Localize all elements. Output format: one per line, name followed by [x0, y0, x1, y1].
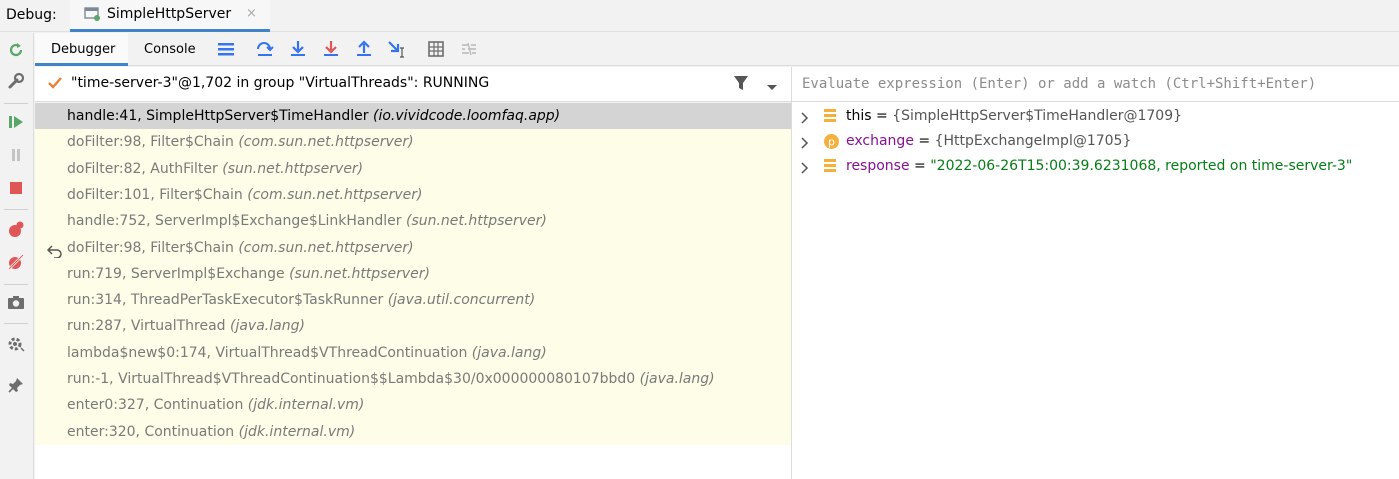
frame-row[interactable]: handle:41, SimpleHttpServer$TimeHandler …	[35, 103, 791, 129]
frame-package: (java.lang)	[471, 344, 547, 361]
frame-method: lambda$new$0:174, VirtualThread$VThreadC…	[67, 344, 468, 361]
frame-row[interactable]: run:719, ServerImpl$Exchange (sun.net.ht…	[35, 261, 791, 287]
frame-method: enter:320, Continuation	[67, 423, 235, 440]
chevron-right-icon[interactable]	[800, 159, 810, 184]
resume-program-icon[interactable]	[5, 111, 27, 133]
step-into-icon[interactable]	[287, 38, 309, 60]
frame-package: (sun.net.httpserver)	[289, 265, 430, 282]
gear-icon[interactable]	[5, 333, 27, 355]
variable-value: {HttpExchangeImpl@1705}	[934, 133, 1132, 149]
evaluate-expression-icon[interactable]	[425, 38, 447, 60]
debug-label: Debug:	[6, 7, 57, 23]
trace-icon[interactable]	[458, 38, 480, 60]
run-to-cursor-icon[interactable]	[386, 38, 408, 60]
chevron-down-icon[interactable]	[766, 80, 778, 96]
frame-package: (com.sun.net.httpserver)	[247, 186, 423, 203]
debug-titlebar: Debug: SimpleHttpServer ×	[0, 0, 1399, 32]
frame-package: (sun.net.httpserver)	[405, 213, 547, 230]
run-config-icon	[84, 7, 100, 21]
variable-row[interactable]: response = "2022-06-26T15:00:39.6231068,…	[792, 154, 1399, 179]
thread-selector[interactable]: "time-server-3"@1,702 in group "VirtualT…	[35, 67, 791, 102]
frame-row[interactable]: handle:752, ServerImpl$Exchange$LinkHand…	[35, 208, 791, 234]
frames-list: handle:41, SimpleHttpServer$TimeHandler …	[35, 103, 791, 479]
frame-package: (java.lang)	[639, 371, 715, 387]
variable-value: {SimpleHttpServer$TimeHandler@1709}	[892, 108, 1183, 124]
stop-icon[interactable]	[5, 177, 27, 199]
frame-method: run:314, ThreadPerTaskExecutor$TaskRunne…	[67, 292, 384, 309]
frame-method: handle:752, ServerImpl$Exchange$LinkHand…	[67, 213, 402, 230]
variable-name: this	[846, 108, 872, 124]
frame-row[interactable]: enter0:327, Continuation (jdk.internal.v…	[35, 392, 791, 418]
frame-method: doFilter:82, AuthFilter	[67, 160, 218, 177]
frame-package: (jdk.internal.vm)	[238, 423, 356, 440]
rerun-icon[interactable]	[5, 39, 27, 61]
debugger-toolbar: Debugger Console	[35, 33, 1399, 66]
frame-row[interactable]: doFilter:101, Filter$Chain (com.sun.net.…	[35, 182, 791, 208]
evaluate-expression-input[interactable]	[792, 67, 1399, 102]
frame-package: (sun.net.httpserver)	[222, 160, 364, 177]
frame-package: (java.lang)	[230, 318, 305, 335]
pin-icon[interactable]	[5, 374, 27, 396]
frame-row[interactable]: run:-1, VirtualThread$VThreadContinuatio…	[35, 366, 791, 392]
frame-row[interactable]: doFilter:82, AuthFilter (sun.net.httpser…	[35, 156, 791, 182]
frame-method: doFilter:101, Filter$Chain	[67, 186, 243, 203]
variable-name: response	[846, 158, 910, 174]
frame-row[interactable]: run:314, ThreadPerTaskExecutor$TaskRunne…	[35, 287, 791, 313]
frame-row[interactable]: lambda$new$0:174, VirtualThread$VThreadC…	[35, 340, 791, 366]
svg-text:p: p	[828, 136, 835, 149]
variable-row[interactable]: this = {SimpleHttpServer$TimeHandler@170…	[792, 104, 1399, 129]
frame-method: run:287, VirtualThread	[67, 318, 226, 335]
mute-breakpoints-icon[interactable]	[5, 251, 27, 273]
frame-row[interactable]: enter:320, Continuation (jdk.internal.vm…	[35, 419, 791, 445]
frame-package: (java.util.concurrent)	[387, 292, 536, 309]
frame-row[interactable]: doFilter:98, Filter$Chain (com.sun.net.h…	[35, 129, 791, 155]
step-out-icon[interactable]	[353, 38, 375, 60]
frame-method: run:719, ServerImpl$Exchange	[67, 265, 285, 282]
frame-package: (com.sun.net.httpserver)	[238, 239, 414, 256]
tab-console[interactable]: Console	[128, 33, 208, 66]
frame-row[interactable]: doFilter:98, Filter$Chain (com.sun.net.h…	[35, 235, 791, 261]
variables-pane: this = {SimpleHttpServer$TimeHandler@170…	[792, 67, 1399, 479]
frame-method: enter0:327, Continuation	[67, 397, 244, 414]
frame-method: handle:41, SimpleHttpServer$TimeHandler	[67, 108, 369, 124]
frame-method: doFilter:98, Filter$Chain	[67, 239, 234, 256]
step-over-icon[interactable]	[254, 38, 276, 60]
frame-row[interactable]: run:287, VirtualThread (java.lang)	[35, 313, 791, 339]
frame-method: run:-1, VirtualThread$VThreadContinuatio…	[67, 371, 636, 387]
filter-icon[interactable]	[732, 74, 750, 96]
variable-name: exchange	[846, 133, 914, 149]
frame-package: (io.vividcode.loomfaq.app)	[373, 108, 561, 124]
force-step-into-icon[interactable]	[320, 38, 342, 60]
variable-value: "2022-06-26T15:00:39.6231068, reported o…	[930, 158, 1353, 174]
frame-package: (com.sun.net.httpserver)	[238, 134, 414, 151]
frame-method: doFilter:98, Filter$Chain	[67, 134, 234, 151]
view-breakpoints-icon[interactable]	[5, 218, 27, 240]
tab-debugger[interactable]: Debugger	[35, 33, 128, 66]
pause-program-icon[interactable]	[5, 144, 27, 166]
variable-eq: =	[909, 158, 931, 174]
checkmark-icon	[47, 76, 63, 94]
close-icon[interactable]: ×	[246, 6, 257, 21]
left-toolbar	[0, 33, 34, 479]
frame-package: (jdk.internal.vm)	[247, 397, 365, 414]
variable-eq: =	[871, 108, 893, 124]
wrench-icon[interactable]	[5, 70, 27, 92]
variable-row[interactable]: p exchange = {HttpExchangeImpl@1705}	[792, 129, 1399, 154]
thread-label: "time-server-3"@1,702 in group "VirtualT…	[71, 75, 490, 91]
layout-icon[interactable]	[215, 38, 237, 60]
variable-eq: =	[913, 133, 935, 149]
camera-icon[interactable]	[5, 291, 27, 313]
tab-label: SimpleHttpServer	[107, 6, 232, 22]
field-icon	[823, 158, 837, 183]
tab-simple-http-server[interactable]: SimpleHttpServer ×	[70, 0, 270, 32]
